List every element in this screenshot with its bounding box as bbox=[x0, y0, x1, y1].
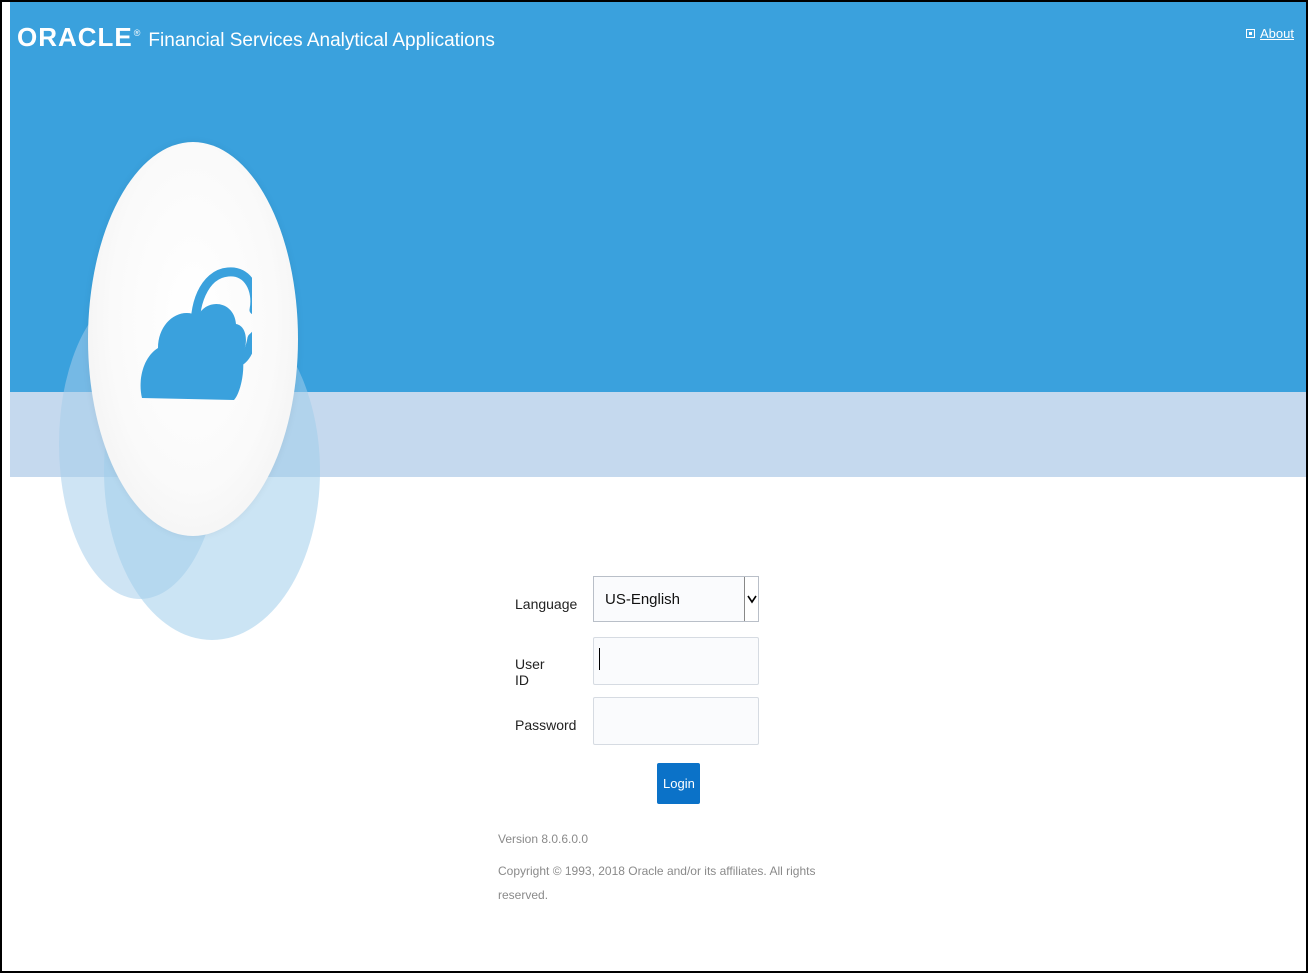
language-selected-value: US-English bbox=[605, 590, 681, 608]
text-caret bbox=[599, 648, 600, 670]
info-icon bbox=[1246, 29, 1256, 38]
user-id-label: User ID bbox=[515, 656, 545, 688]
oracle-logo: ORACLE ® Financial Services Analytical A… bbox=[17, 22, 495, 53]
app-title: Financial Services Analytical Applicatio… bbox=[148, 30, 495, 51]
language-select[interactable]: US-English bbox=[593, 576, 759, 622]
copyright-text-line1: Copyright © 1993, 2018 Oracle and/or its… bbox=[498, 864, 816, 878]
login-page: ORACLE ® Financial Services Analytical A… bbox=[0, 0, 1308, 973]
login-button[interactable]: Login bbox=[657, 763, 700, 804]
chevron-down-icon[interactable] bbox=[744, 577, 758, 621]
copyright-text-line2: reserved. bbox=[498, 888, 549, 902]
password-input[interactable] bbox=[593, 697, 759, 745]
logo-trademark: ® bbox=[133, 28, 141, 38]
logo-wordmark: ORACLE bbox=[17, 22, 133, 52]
cloud-icon bbox=[140, 267, 252, 400]
version-text: Version 8.0.6.0.0 bbox=[498, 832, 589, 846]
about-link[interactable]: About bbox=[1260, 26, 1294, 41]
password-label: Password bbox=[515, 717, 577, 733]
user-id-input[interactable] bbox=[593, 637, 759, 685]
about-link-group[interactable]: About bbox=[1246, 26, 1294, 41]
language-label: Language bbox=[515, 596, 578, 612]
